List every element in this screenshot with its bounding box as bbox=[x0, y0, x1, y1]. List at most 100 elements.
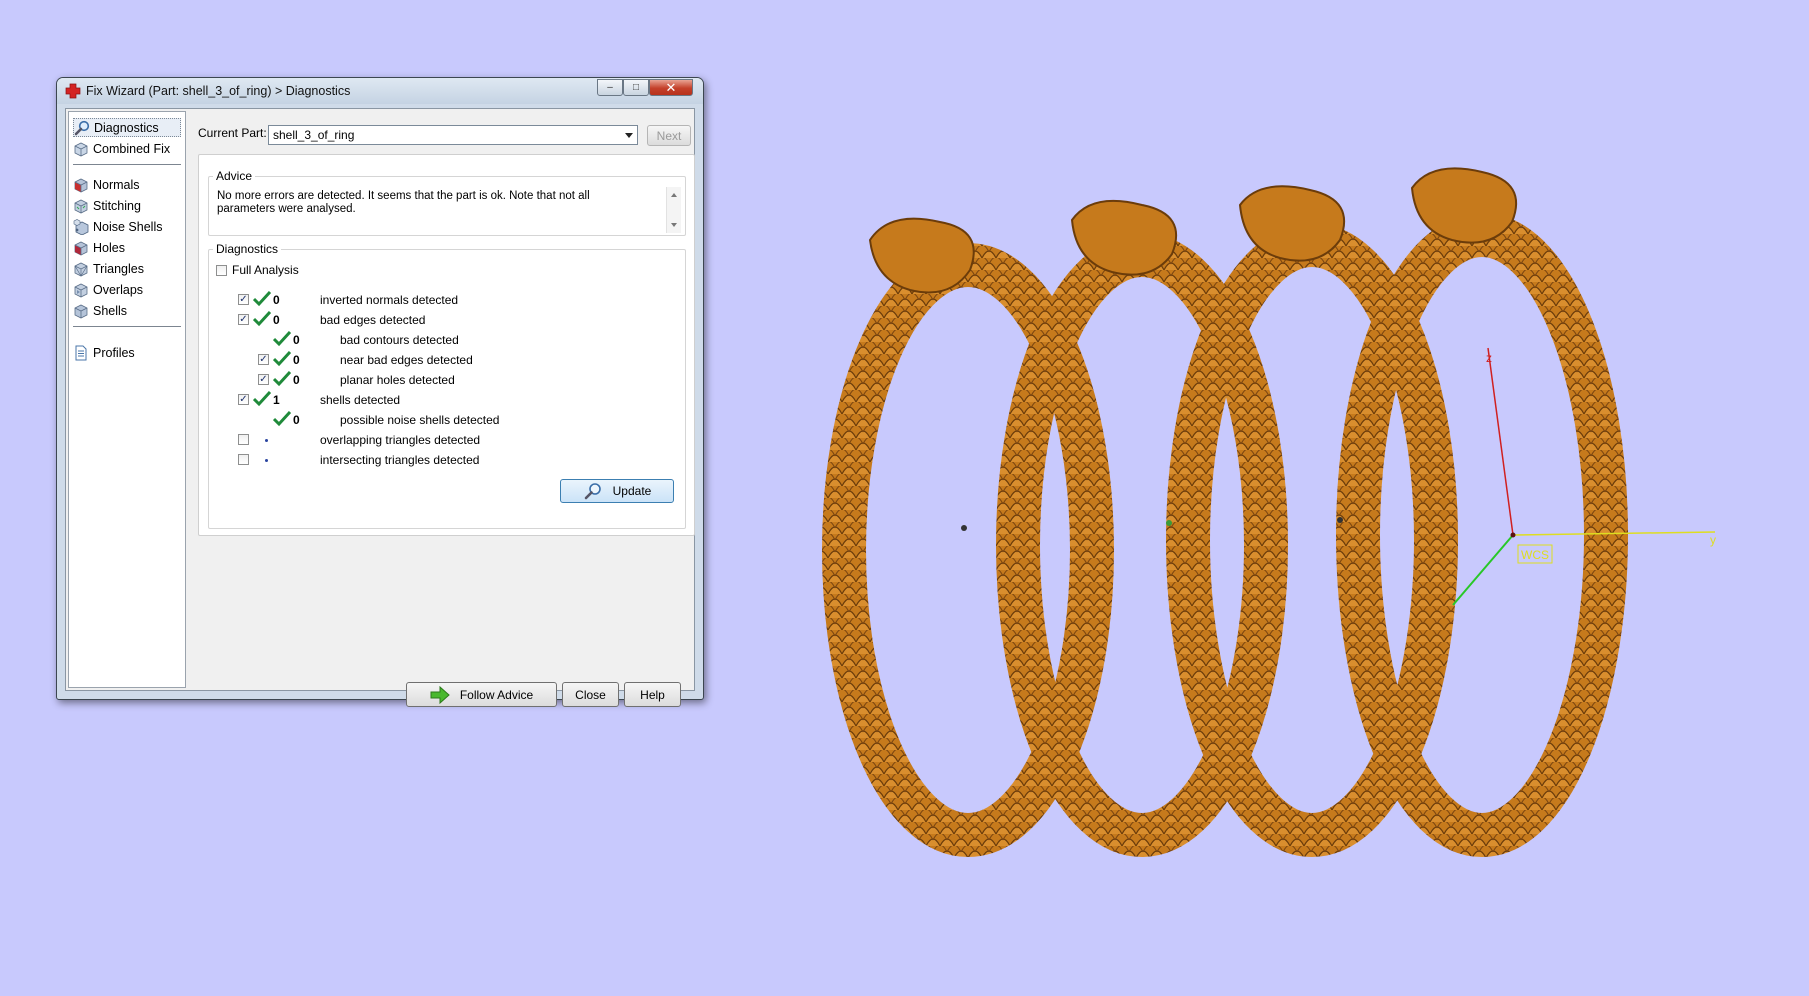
snake-ring-model bbox=[822, 167, 1628, 857]
dialog-client-area: Diagnostics Combined Fix Normals Stitchi… bbox=[65, 108, 695, 707]
pending-dot-icon bbox=[265, 439, 268, 442]
row-checkbox[interactable]: ✓ bbox=[238, 314, 249, 325]
sidebar-separator bbox=[73, 164, 181, 165]
green-arrow-icon bbox=[430, 685, 450, 704]
full-analysis-label: Full Analysis bbox=[232, 263, 299, 277]
minimize-button[interactable]: – bbox=[597, 79, 623, 96]
row-count: 0 bbox=[273, 293, 280, 307]
center-marker bbox=[1337, 517, 1343, 523]
row-label: inverted normals detected bbox=[320, 293, 459, 307]
green-check-icon bbox=[273, 411, 291, 427]
row-count: 0 bbox=[293, 353, 300, 367]
sidebar-item-label: Diagnostics bbox=[94, 120, 159, 135]
overlaps-cube-icon bbox=[74, 283, 88, 297]
green-check-icon bbox=[253, 311, 271, 327]
row-checkbox[interactable]: ✓ bbox=[258, 354, 269, 365]
sidebar-item-combined-fix[interactable]: Combined Fix bbox=[73, 139, 181, 158]
full-analysis-checkbox[interactable] bbox=[216, 265, 227, 276]
maximize-button[interactable]: □ bbox=[623, 79, 649, 96]
row-label: shells detected bbox=[320, 393, 401, 407]
help-button[interactable]: Help bbox=[624, 682, 681, 707]
row-count: 0 bbox=[293, 373, 300, 387]
shells-cube-icon bbox=[74, 304, 88, 318]
noise-shells-icon bbox=[73, 218, 89, 235]
advice-text: No more errors are detected. It seems th… bbox=[217, 190, 590, 215]
chevron-down-icon bbox=[625, 133, 633, 138]
sidebar-item-overlaps[interactable]: Overlaps bbox=[73, 280, 181, 299]
row-label: overlapping triangles detected bbox=[320, 433, 481, 447]
sidebar-item-label: Overlaps bbox=[93, 282, 144, 297]
row-label: intersecting triangles detected bbox=[320, 453, 480, 467]
triangles-cube-icon bbox=[74, 262, 88, 276]
3d-viewport[interactable]: z y WCS bbox=[800, 150, 1780, 870]
follow-advice-label: Follow Advice bbox=[459, 687, 534, 702]
sidebar-item-profiles[interactable]: Profiles bbox=[73, 343, 181, 362]
stitching-cube-icon bbox=[74, 199, 88, 213]
axis-y-label: y bbox=[1710, 533, 1716, 547]
sidebar-item-triangles[interactable]: Triangles bbox=[73, 259, 181, 278]
row-label: planar holes detected bbox=[340, 373, 455, 387]
green-check-icon bbox=[273, 331, 291, 347]
magnifier-icon bbox=[74, 120, 90, 135]
green-check-icon bbox=[253, 291, 271, 307]
row-checkbox[interactable] bbox=[238, 434, 249, 445]
row-checkbox[interactable]: ✓ bbox=[258, 374, 269, 385]
scroll-up-icon[interactable] bbox=[671, 193, 677, 197]
green-check-icon bbox=[273, 371, 291, 387]
magnifier-icon bbox=[584, 483, 601, 500]
sidebar-item-label: Shells bbox=[93, 303, 128, 318]
red-cross-icon bbox=[65, 83, 81, 99]
sidebar-item-label: Holes bbox=[93, 240, 125, 255]
sidebar-item-normals[interactable]: Normals bbox=[73, 175, 181, 194]
center-marker bbox=[1166, 520, 1172, 526]
title-bar[interactable]: Fix Wizard (Part: shell_3_of_ring) > Dia… bbox=[57, 78, 703, 104]
sidebar-item-label: Profiles bbox=[93, 345, 135, 360]
current-part-value: shell_3_of_ring bbox=[273, 128, 355, 142]
diagnostics-title: Diagnostics bbox=[213, 242, 282, 256]
sidebar-separator bbox=[73, 326, 181, 327]
pending-dot-icon bbox=[265, 459, 268, 462]
holes-cube-icon bbox=[74, 241, 88, 255]
follow-advice-button[interactable]: Follow Advice bbox=[406, 682, 557, 707]
row-label: bad contours detected bbox=[340, 333, 459, 347]
sidebar-item-holes[interactable]: Holes bbox=[73, 238, 181, 257]
sidebar: Diagnostics Combined Fix Normals Stitchi… bbox=[68, 111, 186, 688]
sidebar-item-label: Stitching bbox=[93, 198, 141, 213]
sidebar-item-label: Triangles bbox=[93, 261, 144, 276]
row-count: 0 bbox=[293, 413, 300, 427]
close-button[interactable]: Close bbox=[562, 682, 619, 707]
green-check-icon bbox=[253, 391, 271, 407]
row-label: bad edges detected bbox=[320, 313, 426, 327]
row-label: possible noise shells detected bbox=[340, 413, 500, 427]
next-button[interactable]: Next bbox=[647, 125, 691, 146]
sidebar-item-label: Normals bbox=[93, 177, 140, 192]
window-title: Fix Wizard (Part: shell_3_of_ring) > Dia… bbox=[86, 84, 351, 98]
scroll-down-icon[interactable] bbox=[671, 223, 677, 227]
row-checkbox[interactable]: ✓ bbox=[238, 394, 249, 405]
update-label: Update bbox=[612, 484, 652, 498]
document-icon bbox=[75, 345, 87, 360]
row-checkbox[interactable] bbox=[238, 454, 249, 465]
row-count: 1 bbox=[273, 393, 280, 407]
normals-cube-icon bbox=[74, 178, 88, 192]
green-check-icon bbox=[273, 351, 291, 367]
fix-wizard-window: Fix Wizard (Part: shell_3_of_ring) > Dia… bbox=[56, 77, 704, 707]
row-label: near bad edges detected bbox=[340, 353, 473, 367]
row-count: 0 bbox=[293, 333, 300, 347]
center-marker bbox=[961, 525, 967, 531]
advice-scrollbar[interactable] bbox=[666, 187, 681, 233]
sidebar-item-noise-shells[interactable]: Noise Shells bbox=[73, 217, 181, 236]
sidebar-item-diagnostics[interactable]: Diagnostics bbox=[73, 118, 181, 137]
sidebar-item-label: Combined Fix bbox=[93, 141, 171, 156]
advice-title: Advice bbox=[213, 169, 256, 183]
update-button[interactable]: Update bbox=[560, 479, 674, 503]
row-checkbox[interactable]: ✓ bbox=[238, 294, 249, 305]
close-window-button[interactable]: ✕ bbox=[649, 79, 693, 96]
cube-icon bbox=[74, 142, 88, 156]
sidebar-item-stitching[interactable]: Stitching bbox=[73, 196, 181, 215]
current-part-dropdown[interactable]: shell_3_of_ring bbox=[268, 125, 638, 145]
sidebar-item-shells[interactable]: Shells bbox=[73, 301, 181, 320]
current-part-label: Current Part: bbox=[198, 126, 267, 140]
axis-z-label: z bbox=[1486, 351, 1492, 365]
sidebar-item-label: Noise Shells bbox=[93, 219, 163, 234]
